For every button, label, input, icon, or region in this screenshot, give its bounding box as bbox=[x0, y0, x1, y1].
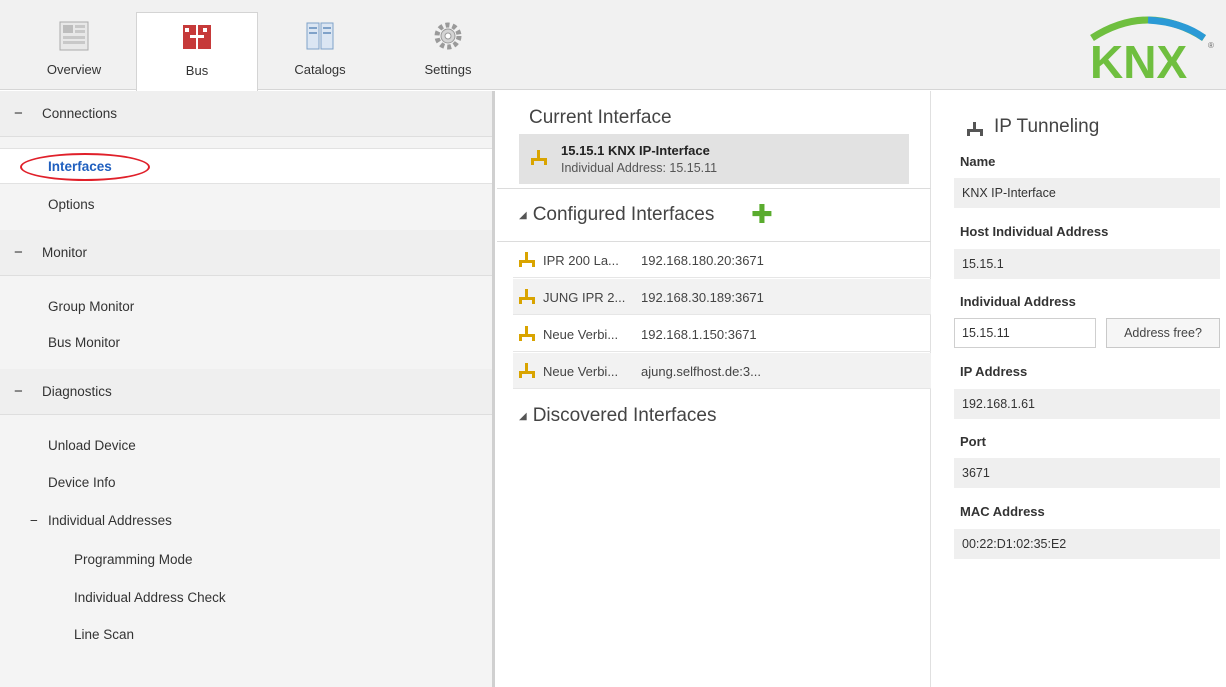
network-interface-icon bbox=[967, 122, 983, 136]
tab-overview[interactable]: Overview bbox=[24, 12, 124, 90]
knx-logo: KNX ® bbox=[1090, 16, 1214, 84]
interface-address: 192.168.30.189:3671 bbox=[641, 290, 764, 305]
network-interface-icon bbox=[519, 363, 535, 378]
configured-interfaces-title: Configured Interfaces bbox=[532, 204, 715, 225]
interface-row[interactable]: JUNG IPR 2... 192.168.30.189:3671 bbox=[513, 279, 931, 315]
ip-address-value: 192.168.1.61 bbox=[954, 389, 1220, 419]
individual-address-label: Individual Address bbox=[960, 294, 1076, 309]
nav-item-interfaces[interactable]: Interfaces bbox=[0, 148, 492, 184]
nav-item-programming-mode[interactable]: Programming Mode bbox=[0, 542, 492, 578]
configured-interfaces-header[interactable]: ◢ Configured Interfaces bbox=[519, 204, 714, 226]
individual-address-input[interactable]: 15.15.11 bbox=[954, 318, 1096, 348]
catalogs-icon bbox=[306, 22, 334, 50]
network-interface-icon bbox=[519, 252, 535, 267]
nav-item-label: Individual Address Check bbox=[74, 590, 226, 605]
tab-settings[interactable]: Settings bbox=[398, 12, 498, 90]
network-interface-icon bbox=[531, 150, 547, 165]
nav-group-label: Diagnostics bbox=[42, 384, 112, 399]
tab-catalogs[interactable]: Catalogs bbox=[270, 12, 370, 90]
mac-address-label: MAC Address bbox=[960, 504, 1045, 519]
host-individual-address-label: Host Individual Address bbox=[960, 224, 1109, 239]
discovered-interfaces-header[interactable]: ◢ Discovered Interfaces bbox=[519, 405, 716, 427]
interface-row[interactable]: Neue Verbi... 192.168.1.150:3671 bbox=[513, 316, 931, 352]
tab-label: Bus bbox=[185, 63, 209, 78]
host-individual-address-value: 15.15.1 bbox=[954, 249, 1220, 279]
interface-row[interactable]: Neue Verbi... ajung.selfhost.de:3... bbox=[513, 353, 931, 389]
nav-item-unload-device[interactable]: Unload Device bbox=[0, 428, 492, 464]
interface-name: Neue Verbi... bbox=[543, 364, 619, 379]
current-interface-name: 15.15.1 KNX IP-Interface bbox=[561, 143, 710, 158]
nav-group-label: Monitor bbox=[42, 245, 88, 260]
nav-item-label: Bus Monitor bbox=[48, 335, 121, 350]
mac-address-value: 00:22:D1:02:35:E2 bbox=[954, 529, 1220, 559]
nav-item-options[interactable]: Options bbox=[0, 187, 492, 223]
left-navigation: − Connections Interfaces Options − Monit… bbox=[0, 91, 495, 687]
nav-item-label: Interfaces bbox=[48, 159, 112, 174]
tab-label: Settings bbox=[424, 62, 472, 77]
network-interface-icon bbox=[519, 289, 535, 304]
nav-item-individual-address-check[interactable]: Individual Address Check bbox=[0, 580, 492, 616]
bus-icon bbox=[183, 25, 211, 49]
nav-item-individual-addresses[interactable]: − Individual Addresses bbox=[0, 503, 492, 539]
current-interface-address: Individual Address: 15.15.11 bbox=[561, 161, 718, 175]
port-label: Port bbox=[960, 434, 986, 449]
address-free-button[interactable]: Address free? bbox=[1106, 318, 1220, 348]
nav-group-connections[interactable]: − Connections bbox=[0, 91, 492, 137]
tab-bus[interactable]: Bus bbox=[136, 12, 258, 91]
current-interface-card[interactable]: 15.15.1 KNX IP-Interface Individual Addr… bbox=[519, 134, 909, 184]
nav-item-label: Individual Addresses bbox=[48, 513, 172, 528]
interface-address: 192.168.180.20:3671 bbox=[641, 253, 764, 268]
interface-row[interactable]: IPR 200 La... 192.168.180.20:3671 bbox=[513, 242, 931, 278]
expand-triangle-icon[interactable]: ◢ bbox=[519, 210, 527, 221]
ip-address-label: IP Address bbox=[960, 364, 1028, 379]
network-interface-icon bbox=[519, 326, 535, 341]
ip-tunneling-panel: IP Tunneling Name KNX IP-Interface Host … bbox=[932, 91, 1226, 687]
port-value: 3671 bbox=[954, 458, 1220, 488]
nav-item-label: Device Info bbox=[48, 475, 116, 490]
interface-address: 192.168.1.150:3671 bbox=[641, 327, 757, 342]
interface-name: Neue Verbi... bbox=[543, 327, 619, 342]
overview-icon bbox=[59, 21, 89, 51]
nav-group-diagnostics[interactable]: − Diagnostics bbox=[0, 369, 492, 415]
collapse-toggle[interactable]: − bbox=[14, 105, 23, 122]
interface-name: IPR 200 La... bbox=[543, 253, 619, 268]
divider bbox=[497, 188, 931, 189]
expand-triangle-icon[interactable]: ◢ bbox=[519, 411, 527, 422]
top-tab-bar: Overview Bus Catalogs Settings KNX ® bbox=[0, 0, 1226, 91]
nav-item-group-monitor[interactable]: Group Monitor bbox=[0, 289, 492, 325]
nav-item-device-info[interactable]: Device Info bbox=[0, 465, 492, 501]
nav-item-label: Programming Mode bbox=[74, 552, 193, 567]
interface-name: JUNG IPR 2... bbox=[543, 290, 626, 305]
knx-logo-text: KNX bbox=[1090, 36, 1187, 84]
tab-label: Catalogs bbox=[294, 62, 346, 77]
collapse-toggle[interactable]: − bbox=[14, 383, 23, 400]
nav-item-label: Unload Device bbox=[48, 438, 136, 453]
nav-item-label: Group Monitor bbox=[48, 299, 135, 314]
collapse-toggle[interactable]: − bbox=[14, 244, 23, 261]
nav-item-label: Line Scan bbox=[74, 627, 135, 642]
collapse-toggle[interactable]: − bbox=[30, 503, 38, 539]
nav-item-bus-monitor[interactable]: Bus Monitor bbox=[0, 325, 492, 361]
nav-item-label: Options bbox=[48, 197, 95, 212]
settings-icon bbox=[434, 22, 462, 50]
name-label: Name bbox=[960, 154, 996, 169]
nav-item-line-scan[interactable]: Line Scan bbox=[0, 617, 492, 653]
tab-label: Overview bbox=[46, 62, 102, 77]
interfaces-panel: Current Interface 15.15.1 KNX IP-Interfa… bbox=[497, 91, 931, 687]
current-interface-title: Current Interface bbox=[529, 107, 672, 128]
add-interface-button[interactable]: ✚ bbox=[751, 199, 773, 230]
name-field[interactable]: KNX IP-Interface bbox=[954, 178, 1220, 208]
registered-mark: ® bbox=[1208, 41, 1214, 50]
nav-group-monitor[interactable]: − Monitor bbox=[0, 230, 492, 276]
ip-tunneling-title: IP Tunneling bbox=[994, 116, 1100, 137]
nav-group-label: Connections bbox=[42, 106, 118, 121]
interface-address: ajung.selfhost.de:3... bbox=[641, 364, 761, 379]
discovered-interfaces-title: Discovered Interfaces bbox=[532, 405, 717, 426]
